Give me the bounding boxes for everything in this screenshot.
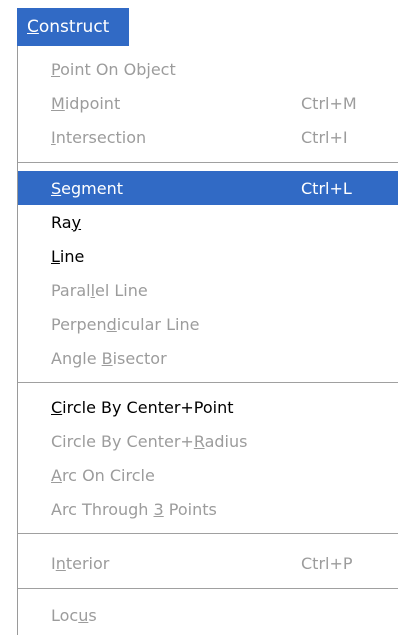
menu-separator (18, 588, 398, 590)
menu-separator (18, 533, 398, 535)
menu-item-circle-by-center-radius[interactable]: Circle By Center+Radius (18, 424, 398, 458)
menu-item-point-on-object[interactable]: Point On Object (18, 52, 398, 86)
menu-item-arc-on-circle[interactable]: Arc On Circle (18, 458, 398, 492)
menu-separator (18, 162, 398, 164)
menu-item-line[interactable]: Line (18, 239, 398, 273)
construct-menu-label: Construct (27, 17, 110, 37)
menu-item-angle-bisector[interactable]: Angle Bisector (18, 341, 398, 375)
menu-item-arc-through-3-points[interactable]: Arc Through 3 Points (18, 492, 398, 526)
menu-item-segment[interactable]: Segment Ctrl+L (18, 171, 398, 205)
menu-item-midpoint[interactable]: Midpoint Ctrl+M (18, 86, 398, 120)
shortcut-segment: Ctrl+L (301, 178, 352, 198)
menu-item-perpendicular-line[interactable]: Perpendicular Line (18, 307, 398, 341)
construct-menu[interactable]: Construct (17, 8, 129, 46)
menu-item-parallel-line[interactable]: Parallel Line (18, 273, 398, 307)
menu-item-circle-by-center-point[interactable]: Circle By Center+Point (18, 390, 398, 424)
menu-item-ray[interactable]: Ray (18, 205, 398, 239)
menu-item-intersection[interactable]: Intersection Ctrl+I (18, 120, 398, 154)
menu-item-locus[interactable]: Locus (18, 598, 398, 632)
construct-dropdown: Point On Object Midpoint Ctrl+M Intersec… (17, 46, 398, 635)
menu-item-interior[interactable]: Interior Ctrl+P (18, 546, 398, 580)
shortcut-interior: Ctrl+P (301, 553, 353, 573)
shortcut-midpoint: Ctrl+M (301, 93, 357, 113)
shortcut-intersection: Ctrl+I (301, 127, 348, 147)
menu-separator (18, 382, 398, 384)
